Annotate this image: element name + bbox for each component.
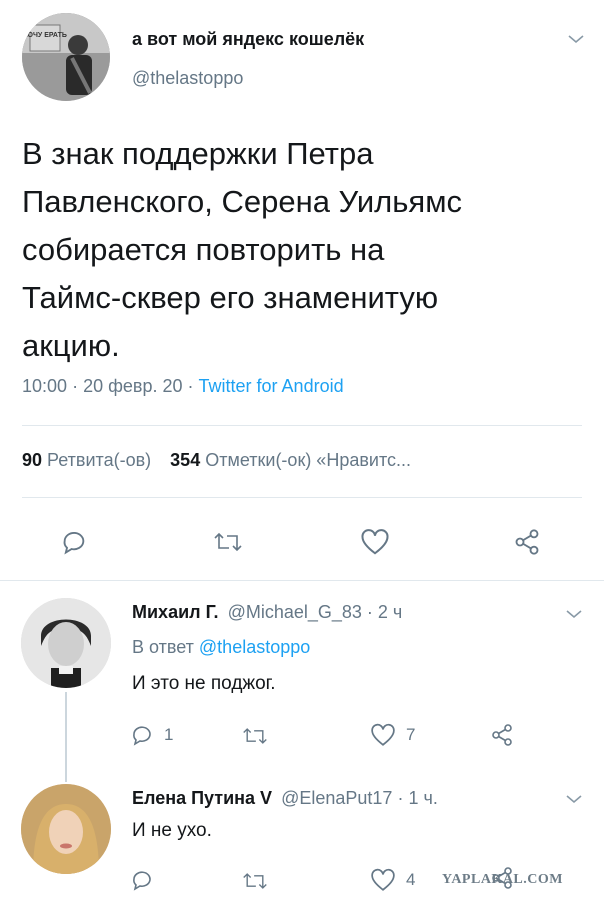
reply-text: И не ухо. <box>132 820 212 841</box>
reply-to-line: В ответ @thelastoppo <box>132 637 310 658</box>
main-tweet-text-line: акцию. <box>22 328 120 363</box>
retweet-icon <box>243 728 267 744</box>
reply-reply-button[interactable]: 1 <box>130 723 173 747</box>
reply-avatar[interactable] <box>21 598 111 688</box>
reply-icon <box>133 726 151 746</box>
main-like-button[interactable] <box>360 528 390 556</box>
reply-header: Михаил Г. @Michael_G_83 · 2 ч <box>132 602 402 623</box>
reply-header: Елена Путина V @ElenaPut17 · 1 ч. <box>132 788 438 809</box>
likes-label: Отметки(-ок) «Нравитс... <box>205 450 412 470</box>
meta-separator: · <box>187 376 199 396</box>
likes-count: 354 <box>170 450 201 470</box>
avatar-sign-text: ХОЧУ ЕРАТЬ <box>23 32 67 39</box>
retweets-count: 90 <box>22 450 43 470</box>
divider <box>22 497 582 498</box>
main-tweet-text-line: собирается повторить на <box>22 232 385 267</box>
main-tweet-handle[interactable]: @thelastoppo <box>132 68 243 89</box>
main-retweet-button[interactable] <box>213 530 243 554</box>
retweets-stat[interactable]: 90 Ретвита(-ов) <box>22 450 156 470</box>
main-tweet-meta: 10:00 · 20 февр. 20 · Twitter for Androi… <box>22 376 344 397</box>
chevron-down-icon[interactable] <box>565 793 583 805</box>
reply-time[interactable]: 2 ч <box>378 602 402 622</box>
share-icon <box>492 724 512 746</box>
divider <box>22 425 582 426</box>
reply-handle[interactable]: @ElenaPut17 <box>281 788 392 808</box>
reply-icon <box>63 531 85 555</box>
main-tweet-stats: 90 Ретвита(-ов) 354 Отметки(-ок) «Нравит… <box>22 450 411 471</box>
avatar-photo <box>21 598 111 688</box>
meta-separator: · <box>397 788 409 808</box>
avatar-photo <box>21 784 111 874</box>
reply-icon <box>133 871 151 891</box>
main-reply-button[interactable] <box>60 528 88 556</box>
likes-stat[interactable]: 354 Отметки(-ок) «Нравитс... <box>170 450 411 470</box>
main-tweet-display-name[interactable]: а вот мой яндекс кошелёк <box>132 29 364 50</box>
thread-line <box>65 692 67 782</box>
main-tweet-date[interactable]: 20 февр. 20 <box>83 376 182 396</box>
heart-icon <box>371 723 395 746</box>
main-tweet-text: В знак поддержки Петра Павленского, Сере… <box>22 130 592 370</box>
main-tweet-time[interactable]: 10:00 <box>22 376 67 396</box>
reply-like-button[interactable]: 4 <box>370 868 415 892</box>
reply-time[interactable]: 1 ч. <box>408 788 437 808</box>
reply-share-button[interactable] <box>490 723 514 747</box>
main-tweet-avatar[interactable]: ХОЧУ ЕРАТЬ <box>22 13 110 101</box>
reply-to-handle[interactable]: @thelastoppo <box>199 637 310 657</box>
main-tweet-text-line: В знак поддержки Петра <box>22 136 374 171</box>
like-count: 7 <box>406 725 416 744</box>
chevron-down-icon[interactable] <box>567 33 585 45</box>
divider <box>0 580 604 581</box>
retweet-icon <box>243 873 267 889</box>
main-tweet-text-line: Павленского, Серена Уильямс <box>22 184 463 219</box>
avatar-photo: ХОЧУ ЕРАТЬ <box>22 13 110 101</box>
chevron-down-icon[interactable] <box>565 608 583 620</box>
reply-text: И это не поджог. <box>132 673 276 694</box>
share-icon <box>515 529 539 555</box>
reply-like-button[interactable]: 7 <box>370 723 415 747</box>
meta-separator: · <box>72 376 84 396</box>
reply-retweet-button[interactable] <box>242 725 278 747</box>
reply-display-name[interactable]: Михаил Г. <box>132 602 219 622</box>
main-tweet-text-line: Таймс-сквер его знаменитую <box>22 280 439 315</box>
retweet-icon <box>214 532 242 552</box>
reply-reply-button[interactable] <box>130 868 164 892</box>
reply-retweet-button[interactable] <box>242 870 278 892</box>
reply-count: 1 <box>164 725 174 744</box>
reply-display-name[interactable]: Елена Путина V <box>132 788 272 808</box>
like-count: 4 <box>406 870 416 889</box>
meta-separator: · <box>366 602 378 622</box>
watermark: YAPLAKAL.COM <box>442 872 563 887</box>
reply-avatar[interactable] <box>21 784 111 874</box>
retweets-label: Ретвита(-ов) <box>47 450 152 470</box>
reply-to-prefix: В ответ <box>132 637 194 657</box>
main-share-button[interactable] <box>513 528 541 556</box>
main-tweet-source[interactable]: Twitter for Android <box>199 376 344 396</box>
heart-icon <box>371 868 395 891</box>
heart-icon <box>361 529 389 555</box>
reply-handle[interactable]: @Michael_G_83 <box>228 602 362 622</box>
